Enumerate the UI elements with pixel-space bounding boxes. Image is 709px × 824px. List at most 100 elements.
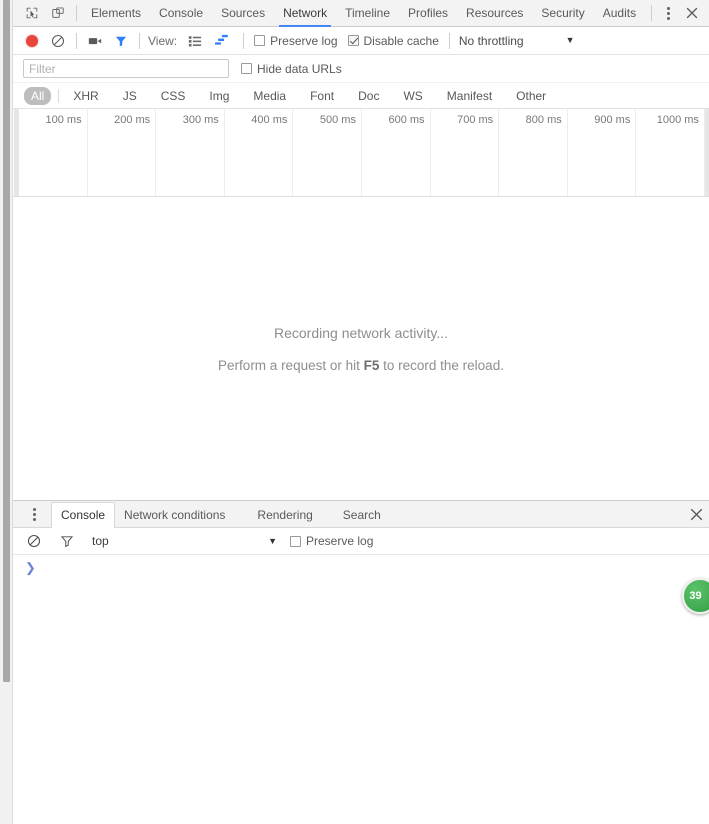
ruler-tick-label: 500 ms — [319, 114, 356, 126]
drawer-tab-rendering-label: Rendering — [257, 507, 313, 522]
drawer-tab-console[interactable]: Console — [51, 501, 116, 528]
ruler-tick-label: 200 ms — [114, 114, 151, 126]
hide-data-urls-checkbox-box[interactable] — [241, 63, 252, 74]
close-icon[interactable] — [679, 0, 705, 26]
tab-audits[interactable]: Audits — [594, 0, 645, 27]
ruler-tick-label: 600 ms — [388, 114, 425, 126]
ruler-segment: 900 ms — [568, 109, 637, 196]
type-filter-ws[interactable]: WS — [396, 87, 429, 105]
drawer-kebab-menu-icon[interactable] — [23, 501, 45, 527]
console-preserve-log-checkbox-box[interactable] — [290, 535, 301, 547]
ruler-tick-label: 400 ms — [251, 114, 288, 126]
throttling-value: No throttling — [458, 33, 524, 48]
preserve-log-checkbox[interactable]: Preserve log — [254, 33, 338, 48]
ruler-segment: 400 ms — [225, 109, 294, 196]
tab-timeline[interactable]: Timeline — [336, 0, 399, 27]
tab-security-label: Security — [541, 6, 585, 20]
drawer-tab-network-conditions[interactable]: Network conditions — [115, 502, 234, 527]
ruler-segment: 200 ms — [88, 109, 157, 196]
drawer-tabbar: Console Network conditions Rendering Sea… — [13, 501, 709, 528]
tab-profiles-label: Profiles — [408, 6, 449, 20]
preserve-log-checkbox-box[interactable] — [254, 35, 266, 46]
hide-data-urls-checkbox[interactable]: Hide data URLs — [241, 62, 342, 76]
record-button-icon[interactable] — [19, 28, 45, 54]
console-output-area[interactable]: ❯ — [13, 555, 709, 824]
console-toolbar: top ▼ Preserve log — [13, 528, 709, 555]
ruler-tick-label: 900 ms — [594, 114, 631, 126]
type-filter-font[interactable]: Font — [303, 87, 341, 105]
throttling-select[interactable]: No throttling ▼ — [450, 34, 575, 48]
preserve-log-label: Preserve log — [270, 33, 338, 48]
type-filter-media[interactable]: Media — [246, 87, 293, 105]
disable-cache-label: Disable cache — [363, 33, 439, 48]
type-filter-manifest[interactable]: Manifest — [440, 87, 499, 105]
empty-state-hint-before: Perform a request or hit — [218, 357, 364, 373]
type-filter-all[interactable]: All — [24, 86, 52, 105]
console-preserve-log-checkbox[interactable]: Preserve log — [290, 534, 373, 548]
empty-state-hint-key: F5 — [363, 357, 380, 373]
tab-elements[interactable]: Elements — [82, 0, 150, 27]
drawer-tab-search[interactable]: Search — [334, 502, 390, 527]
chevron-down-icon: ▼ — [565, 35, 575, 45]
network-timeline-ruler[interactable]: 100 ms 200 ms 300 ms 400 ms 500 ms 600 m… — [13, 109, 709, 197]
device-toolbar-icon[interactable] — [45, 0, 71, 26]
disable-cache-checkbox-box[interactable] — [347, 35, 359, 46]
timeline-right-handle[interactable] — [705, 109, 709, 196]
devtools-window: Elements Console Sources Network Timelin… — [13, 0, 709, 824]
filter-input[interactable] — [23, 59, 229, 78]
tab-profiles[interactable]: Profiles — [399, 0, 457, 27]
ruler-tick-label: 100 ms — [45, 114, 82, 126]
ruler-tick-label: 800 ms — [525, 114, 562, 126]
page-scrollbar-thumb[interactable] — [3, 0, 10, 682]
ruler-segment: 1000 ms — [636, 109, 705, 196]
clear-console-icon[interactable] — [21, 528, 47, 554]
console-context-value: top — [92, 534, 109, 548]
console-context-select[interactable]: top ▼ — [87, 534, 283, 548]
tab-elements-label: Elements — [91, 6, 142, 20]
page-scrollbar[interactable] — [0, 0, 13, 824]
tab-network[interactable]: Network — [274, 0, 336, 27]
ruler-segment: 100 ms — [19, 109, 88, 196]
tab-sources[interactable]: Sources — [212, 0, 274, 27]
console-filter-icon[interactable] — [54, 528, 80, 554]
ruler-segment: 700 ms — [431, 109, 500, 196]
drawer-close-icon[interactable] — [690, 508, 703, 521]
ruler-tick-label: 700 ms — [457, 114, 494, 126]
empty-state-title: Recording network activity... — [273, 324, 449, 341]
floating-score-badge-value: 39 — [689, 590, 702, 602]
empty-state-hint: Perform a request or hit F5 to record th… — [218, 358, 504, 373]
network-filter-row: Hide data URLs — [13, 55, 709, 83]
resource-type-filters: All XHR JS CSS Img Media Font Doc WS Man… — [13, 83, 709, 109]
type-filter-doc[interactable]: Doc — [351, 87, 386, 105]
drawer-tab-network-conditions-label: Network conditions — [124, 507, 226, 522]
type-filter-img[interactable]: Img — [202, 87, 236, 105]
filter-icon[interactable] — [108, 28, 134, 54]
tab-security[interactable]: Security — [532, 0, 593, 27]
type-filter-js[interactable]: JS — [116, 87, 144, 105]
kebab-menu-icon[interactable] — [657, 0, 679, 26]
list-view-icon[interactable] — [182, 28, 208, 54]
tab-sources-label: Sources — [221, 6, 266, 20]
toolbar-divider-1 — [76, 32, 77, 49]
tab-console[interactable]: Console — [150, 0, 212, 27]
inspect-cursor-icon[interactable] — [19, 0, 45, 26]
ruler-segment: 500 ms — [293, 109, 362, 196]
clear-icon[interactable] — [45, 28, 71, 54]
network-control-toolbar: View: Preserve log Disable cache No thro… — [13, 27, 709, 55]
type-filter-css[interactable]: CSS — [154, 87, 193, 105]
type-filter-list: XHR JS CSS Img Media Font Doc WS Manifes… — [66, 87, 553, 105]
devtools-main-tabbar: Elements Console Sources Network Timelin… — [13, 0, 709, 27]
camera-icon[interactable] — [82, 28, 108, 54]
ruler-segment: 600 ms — [362, 109, 431, 196]
empty-state-hint-after: to record the reload. — [379, 357, 504, 373]
tab-resources[interactable]: Resources — [457, 0, 532, 27]
type-filter-xhr[interactable]: XHR — [66, 87, 105, 105]
waterfall-view-icon[interactable] — [208, 28, 234, 54]
type-filter-other[interactable]: Other — [509, 87, 553, 105]
ruler-segment: 800 ms — [499, 109, 568, 196]
drawer-tab-rendering[interactable]: Rendering — [248, 502, 321, 527]
drawer-tab-console-label: Console — [61, 508, 106, 522]
ruler-tick-label: 300 ms — [182, 114, 219, 126]
console-prompt-icon: ❯ — [25, 560, 36, 575]
disable-cache-checkbox[interactable]: Disable cache — [347, 33, 439, 48]
